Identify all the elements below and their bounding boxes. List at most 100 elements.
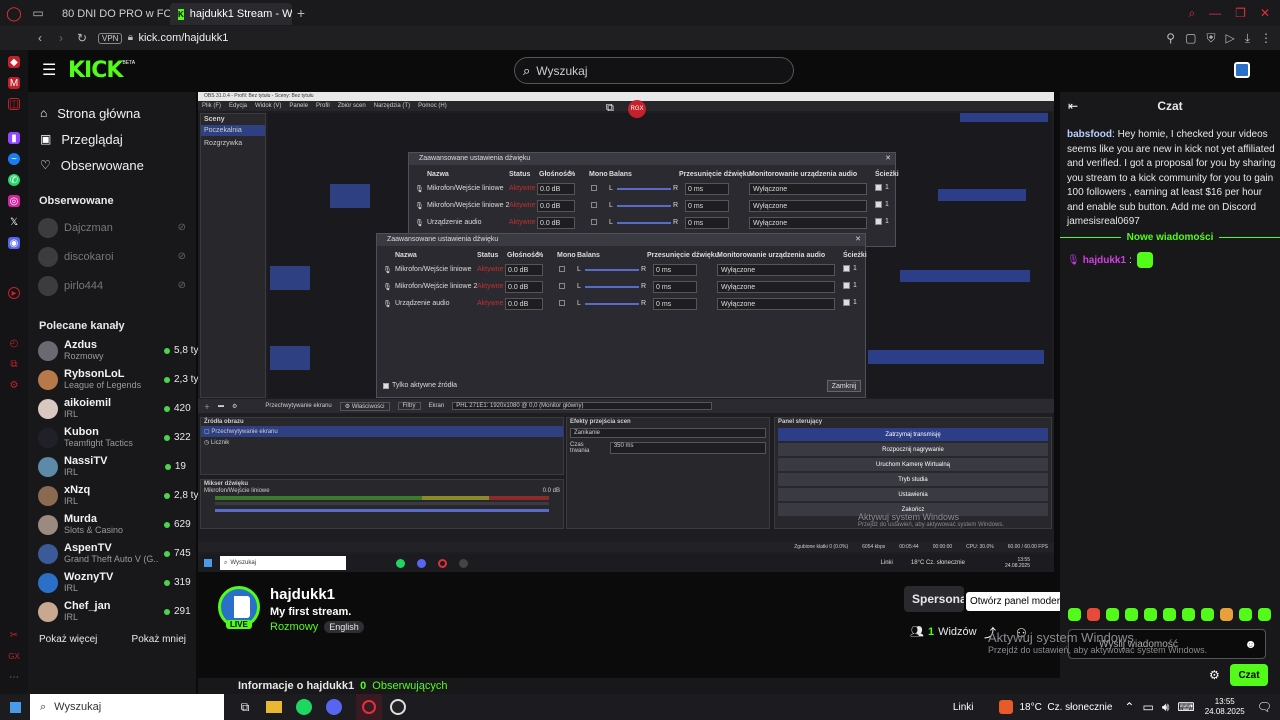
task-view-icon[interactable]: ⧉ <box>234 700 256 715</box>
track-checkbox[interactable] <box>843 282 850 289</box>
monitor-select[interactable]: Wyłączone <box>749 200 867 212</box>
recommended-channel[interactable]: aikoiemil IRL 420 <box>28 394 196 423</box>
video-player[interactable]: OBS 31.0.4 - Profil: Bez tytułu - Sceny:… <box>198 92 1054 572</box>
vpn-badge[interactable]: VPN <box>98 32 123 44</box>
player-icon[interactable]: ▷ <box>1225 32 1234 44</box>
obs-menu-item[interactable]: Edycja <box>229 101 247 111</box>
obs-menu-item[interactable]: Plik (F) <box>202 101 221 111</box>
mono-checkbox[interactable] <box>591 202 597 208</box>
instagram-icon[interactable]: ◎ <box>8 195 20 207</box>
x-icon[interactable]: 𝕏 <box>8 216 20 228</box>
transition-select[interactable]: Zanikanie <box>570 428 766 438</box>
pin-icon[interactable]: ⚲ <box>1166 32 1175 44</box>
source-item[interactable]: ▢ Przechwytywanie ekranu <box>201 426 563 437</box>
emote-icon[interactable] <box>1239 608 1252 621</box>
recommended-channel[interactable]: RybsonLoL League of Legends 2,3 tys. <box>28 365 206 394</box>
reload-icon[interactable]: ↻ <box>70 32 94 44</box>
source-item[interactable]: ◷ Licznik <box>201 437 563 448</box>
overlay-rgx-icon[interactable]: RGX <box>628 100 646 118</box>
search-input[interactable]: Wyszukaj <box>536 64 587 78</box>
balance-slider[interactable] <box>617 222 671 224</box>
emote-icon[interactable] <box>1125 608 1138 621</box>
emote-icon[interactable] <box>1106 608 1119 621</box>
obs-menu-item[interactable]: Zbiór scen <box>338 101 366 111</box>
obs-control-button[interactable]: Rozpocznij nagrywanie <box>778 443 1048 456</box>
duration-field[interactable]: 350 ms <box>609 442 766 454</box>
taskbar-weather[interactable]: 18°C Cz. słonecznie <box>1019 702 1112 713</box>
settings-gear-icon[interactable]: ⚙ <box>8 379 20 391</box>
obs-menu-item[interactable]: Profil <box>316 101 330 111</box>
category-link[interactable]: Rozmowy <box>270 621 318 633</box>
track-checkbox[interactable] <box>843 299 850 306</box>
kick-logo[interactable]: KICK BETA <box>68 58 135 83</box>
windows-start-icon[interactable] <box>0 694 30 720</box>
chat-username[interactable]: hajdukk1 <box>1083 255 1126 266</box>
discord-icon[interactable] <box>326 699 342 715</box>
offset-field[interactable]: 0 ms <box>685 183 729 195</box>
monitor-select[interactable]: Wyłączone <box>749 183 867 195</box>
obs-control-button[interactable]: Zatrzymaj transmisję <box>778 428 1048 441</box>
only-active-checkbox[interactable]: Tylko aktywne źródła <box>383 382 457 389</box>
emote-icon[interactable] <box>1258 608 1271 621</box>
recommended-channel[interactable]: xNzq IRL 2,8 tys. <box>28 481 206 510</box>
monitor-select[interactable]: Wyłączone <box>717 264 835 276</box>
download-icon[interactable]: ⤓ <box>1245 32 1250 44</box>
emote-icon[interactable] <box>1163 608 1176 621</box>
search-bar[interactable]: ⌕ Wyszukaj <box>514 57 794 84</box>
emoji-icon[interactable]: ☻ <box>1244 637 1257 651</box>
volume-field[interactable]: 0.0 dB <box>537 200 575 212</box>
obs-menu-item[interactable]: Widok (V) <box>255 101 281 111</box>
gx-icon[interactable]: ✂ <box>8 629 20 641</box>
window-close-icon[interactable]: ✕ <box>1260 7 1270 19</box>
recommended-channel[interactable]: Murda Slots & Casino 629 <box>28 510 196 539</box>
mono-checkbox[interactable] <box>559 266 565 272</box>
emote-icon[interactable] <box>1144 608 1157 621</box>
spotify-icon[interactable] <box>296 699 312 715</box>
followed-channel[interactable]: discokaroi ⊘ <box>28 242 196 271</box>
chat-settings-icon[interactable]: ⚙ <box>1209 669 1220 681</box>
maximize-icon[interactable]: ❐ <box>1235 7 1246 19</box>
close-icon[interactable]: ✕ <box>855 234 865 246</box>
volume-icon[interactable]: 🔊︎ <box>1162 700 1170 715</box>
chat-input[interactable]: Wyślij wiadomość <box>1099 639 1178 650</box>
offset-field[interactable]: 0 ms <box>653 281 697 293</box>
notifications-icon[interactable]: 🗨︎ <box>1257 700 1272 714</box>
obs-control-button[interactable]: Tryb studia <box>778 473 1048 486</box>
balance-slider[interactable] <box>585 269 639 271</box>
emote-icon[interactable] <box>1201 608 1214 621</box>
obs-menu-item[interactable]: Pomoc (H) <box>418 101 447 111</box>
taskbar-links[interactable]: Linki <box>953 702 974 713</box>
more-dots-icon[interactable]: ⋯ <box>8 671 20 683</box>
track-checkbox[interactable] <box>875 218 882 225</box>
emote-icon[interactable] <box>1182 608 1195 621</box>
opera-gx-icon[interactable] <box>356 694 382 720</box>
obs-menu-item[interactable]: Narzędzia (T) <box>374 101 410 111</box>
obs-menu-item[interactable]: Panele <box>289 101 308 111</box>
show-more-link[interactable]: Pokaż więcej <box>39 634 97 645</box>
workspaces-icon[interactable]: ▭ <box>28 7 48 19</box>
mono-checkbox[interactable] <box>559 300 565 306</box>
mono-checkbox[interactable] <box>591 219 597 225</box>
offset-field[interactable]: 0 ms <box>685 217 729 229</box>
personalize-button[interactable]: Spersonal <box>904 586 964 612</box>
messenger-m-icon[interactable]: M <box>8 77 20 89</box>
send-chat-button[interactable]: Czat <box>1230 664 1268 686</box>
volume-field[interactable]: 0.0 dB <box>505 298 543 310</box>
obs-control-button[interactable]: Uruchom Kamerę Wirtualną <box>778 458 1048 471</box>
scene-item[interactable]: Rozgrzywka <box>201 136 265 151</box>
balance-slider[interactable] <box>585 286 639 288</box>
obs-icon[interactable] <box>390 699 406 715</box>
history-icon[interactable]: ◴ <box>8 337 20 349</box>
share-icon[interactable]: ⤴ <box>984 627 996 639</box>
show-less-link[interactable]: Pokaż mniej <box>132 634 186 645</box>
minimize-icon[interactable]: — <box>1209 7 1221 19</box>
volume-slider[interactable] <box>215 509 549 512</box>
recommended-channel[interactable]: Azdus Rozmowy 5,8 tys. <box>28 336 206 365</box>
overlay-copy-icon[interactable]: ⧉ <box>606 102 614 115</box>
recommended-channel[interactable]: AspenTV Grand Theft Auto V (G... 745 <box>28 539 196 568</box>
recommended-channel[interactable]: NassiTV IRL 19 <box>28 452 196 481</box>
back-icon[interactable]: ‹ <box>28 32 52 44</box>
file-explorer-icon[interactable] <box>266 701 282 713</box>
messenger-icon[interactable]: ~ <box>8 153 20 165</box>
recommended-channel[interactable]: Kubon Teamfight Tactics 322 <box>28 423 196 452</box>
